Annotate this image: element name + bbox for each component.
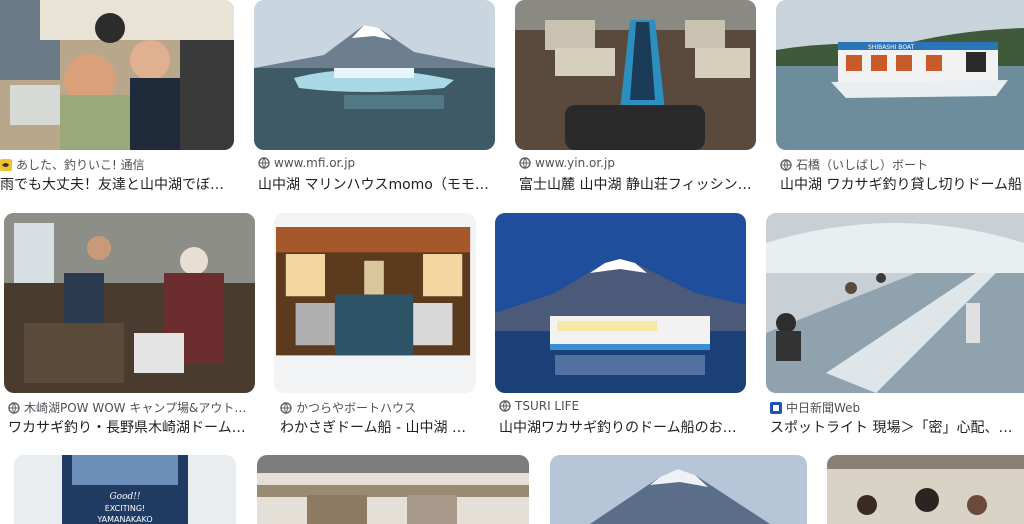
result-source[interactable]: 中日新聞Web [770,399,1024,416]
result-thumbnail[interactable] [257,455,529,524]
result-thumbnail[interactable]: Good!! EXCITING! YAMANAKAKO [14,455,236,524]
result-thumbnail[interactable] [766,213,1024,393]
result-card[interactable]: SHIBASHI BOAT 石橋（いしばし）ボート 山中湖 ワカサギ釣り貸し切り… [776,0,1024,200]
result-source[interactable]: 石橋（いしばし）ボート [780,156,1024,173]
globe-icon [780,158,792,171]
result-thumbnail[interactable] [515,0,756,150]
result-title[interactable]: 山中湖 マリンハウスmomo（モモ… [258,174,496,194]
result-source[interactable]: TSURI LIFE [499,399,743,413]
result-source[interactable]: www.yin.or.jp [519,156,755,170]
globe-icon [258,157,270,169]
result-card[interactable]: TSURI LIFE 山中湖ワカサギ釣りのドーム船のお… [495,213,747,439]
svg-text:EXCITING!: EXCITING! [105,504,146,513]
result-thumbnail[interactable] [4,213,255,393]
result-title[interactable]: 雨でも大丈夫！友達と山中湖でぼ… [0,174,236,194]
result-title[interactable]: 山中湖 ワカサギ釣り貸し切りドーム船 [780,174,1024,194]
result-title[interactable]: スポットライト 現場＞「密」心配、伸び [770,417,1024,437]
result-thumbnail[interactable] [495,213,746,393]
globe-icon [519,157,531,169]
result-card[interactable]: www.yin.or.jp 富士山麓 山中湖 静山荘フィッシン… [515,0,759,200]
result-thumbnail[interactable] [550,455,807,524]
svg-text:SHIBASHI BOAT: SHIBASHI BOAT [868,44,915,51]
result-source[interactable]: 木崎湖POW WOW キャンプ場&アウト… [8,399,252,416]
result-source[interactable]: www.mfi.or.jp [258,156,494,170]
globe-icon [8,401,20,414]
result-title[interactable]: 富士山麓 山中湖 静山荘フィッシン… [519,174,759,194]
result-title[interactable]: わかさぎドーム船 - 山中湖 … [280,417,478,437]
chunichi-icon [770,401,782,414]
globe-icon [280,401,292,414]
result-thumbnail[interactable] [0,0,234,150]
result-thumbnail[interactable] [274,213,476,393]
result-title[interactable]: ワカサギ釣り・長野県木崎湖ドーム… [8,417,256,437]
result-thumbnail[interactable]: SHIBASHI BOAT [776,0,1024,150]
result-thumbnail[interactable] [827,455,1024,524]
globe-icon [499,400,511,412]
result-card[interactable]: あした、釣りいこ! 通信 雨でも大丈夫！友達と山中湖でぼ… [0,0,236,200]
result-card[interactable]: 中日新聞Web スポットライト 現場＞「密」心配、伸び [766,213,1024,439]
svg-text:YAMANAKAKO: YAMANAKAKO [96,515,152,524]
result-source[interactable]: あした、釣りいこ! 通信 [0,156,236,173]
result-source[interactable]: かつらやボートハウス [280,399,478,416]
svg-text:Good!!: Good!! [109,492,140,502]
result-card[interactable]: 木崎湖POW WOW キャンプ場&アウト… ワカサギ釣り・長野県木崎湖ドーム… [4,213,256,439]
fish-icon [0,158,12,171]
result-card[interactable]: www.mfi.or.jp 山中湖 マリンハウスmomo（モモ… [254,0,496,200]
result-title[interactable]: 山中湖ワカサギ釣りのドーム船のお… [499,417,747,437]
result-thumbnail[interactable] [254,0,495,150]
result-card[interactable]: かつらやボートハウス わかさぎドーム船 - 山中湖 … [274,213,478,439]
